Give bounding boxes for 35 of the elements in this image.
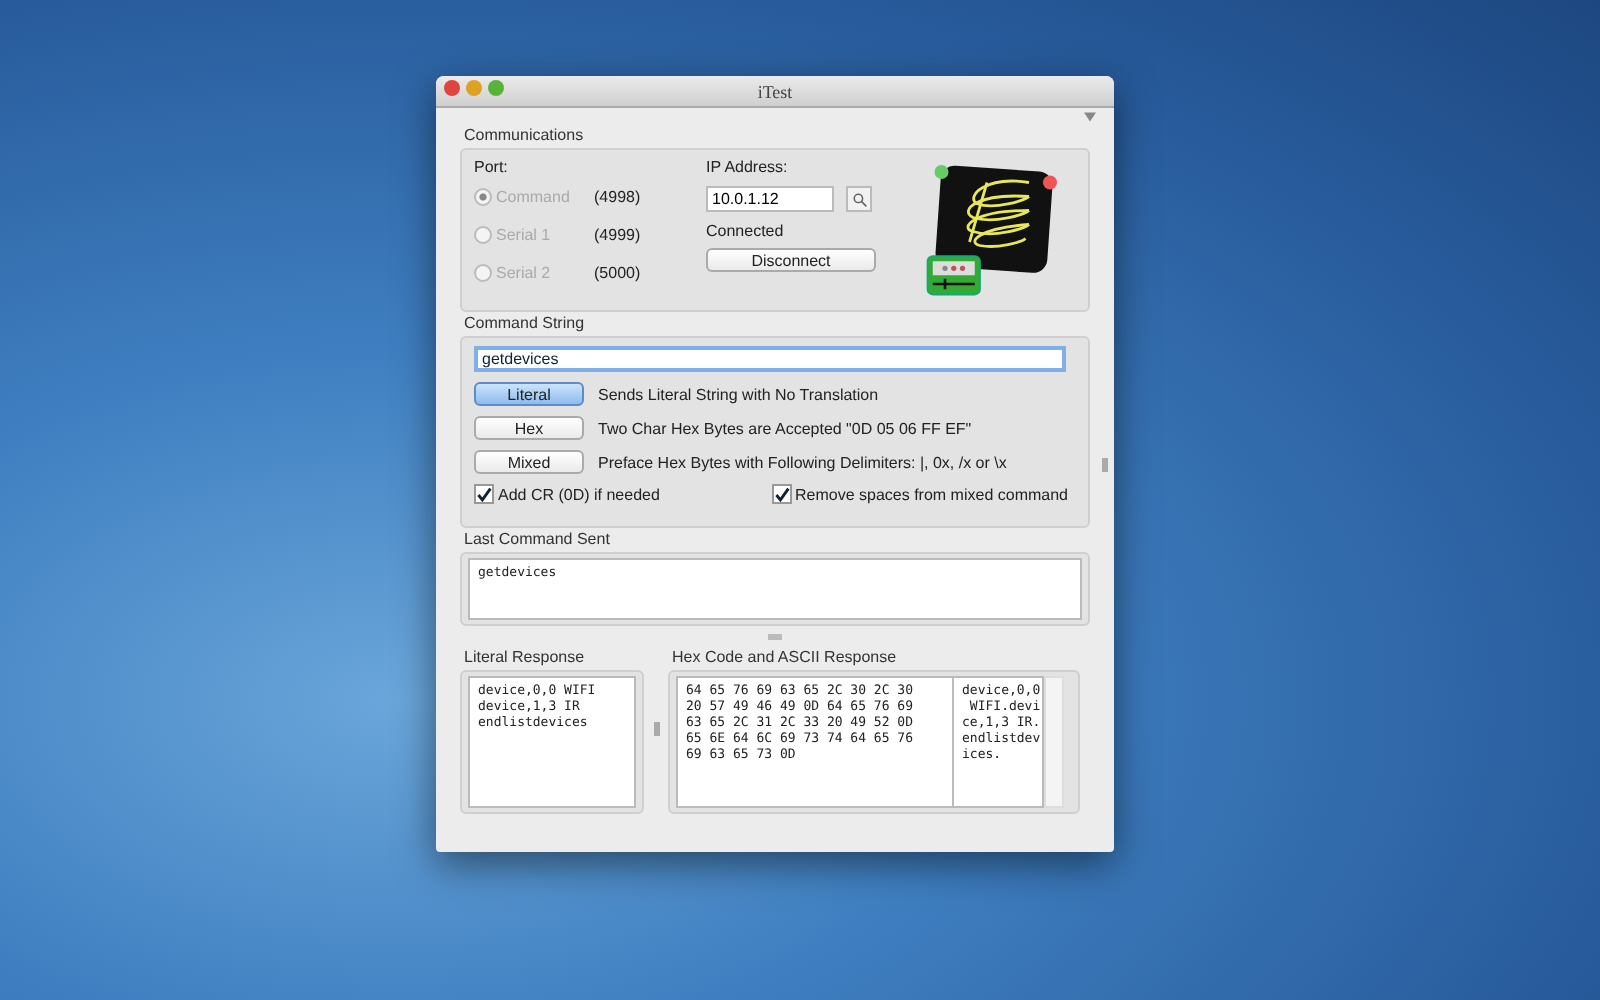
minimize-button[interactable] <box>466 80 482 96</box>
port-number: (5000) <box>594 264 641 282</box>
disconnect-button[interactable]: Disconnect <box>706 248 876 272</box>
search-icon <box>851 191 867 207</box>
group-label: Hex Code and ASCII Response <box>672 648 897 666</box>
option-checkbox[interactable]: Add CR (0D) if needed <box>474 484 660 504</box>
checkmark-icon <box>773 485 789 503</box>
group-label: Last Command Sent <box>464 530 610 548</box>
group-label: Command String <box>464 314 585 332</box>
port-number: (4999) <box>594 226 641 244</box>
option-checkbox[interactable]: Remove spaces from mixed command <box>771 484 1068 504</box>
mode-description: Sends Literal String with No Translation <box>598 385 879 403</box>
disclosure-triangle-icon[interactable] <box>1084 111 1096 121</box>
splitter-handle[interactable] <box>654 722 660 736</box>
scroll-bar[interactable] <box>1044 676 1064 808</box>
ip-address-field[interactable]: 10.0.1.12 <box>706 186 834 212</box>
mode-description: Two Char Hex Bytes are Accepted "0D 05 06 FF EF" <box>598 419 972 437</box>
search-button[interactable] <box>846 186 872 212</box>
connection-status: Connected <box>706 222 784 240</box>
zoom-button[interactable] <box>488 80 504 96</box>
resize-handle[interactable] <box>1102 458 1108 472</box>
group-label: Communications <box>464 126 584 144</box>
mode-button[interactable]: Hex <box>474 416 584 440</box>
group-label: Literal Response <box>464 648 585 666</box>
port-number: (4998) <box>594 188 641 206</box>
mode-description: Preface Hex Bytes with Following Delimiters: |, 0x, /x or \x <box>598 453 1007 471</box>
command-field[interactable]: getdevices <box>474 346 1066 372</box>
checkmark-icon <box>476 485 492 503</box>
close-button[interactable] <box>444 80 460 96</box>
port-label: Port: <box>474 158 508 176</box>
splitter-handle[interactable] <box>768 633 782 639</box>
window-title: iTest <box>757 81 793 101</box>
mode-button[interactable]: Mixed <box>474 450 584 474</box>
mode-button[interactable]: Literal <box>474 382 584 406</box>
ip-address-label: IP Address: <box>706 158 788 176</box>
